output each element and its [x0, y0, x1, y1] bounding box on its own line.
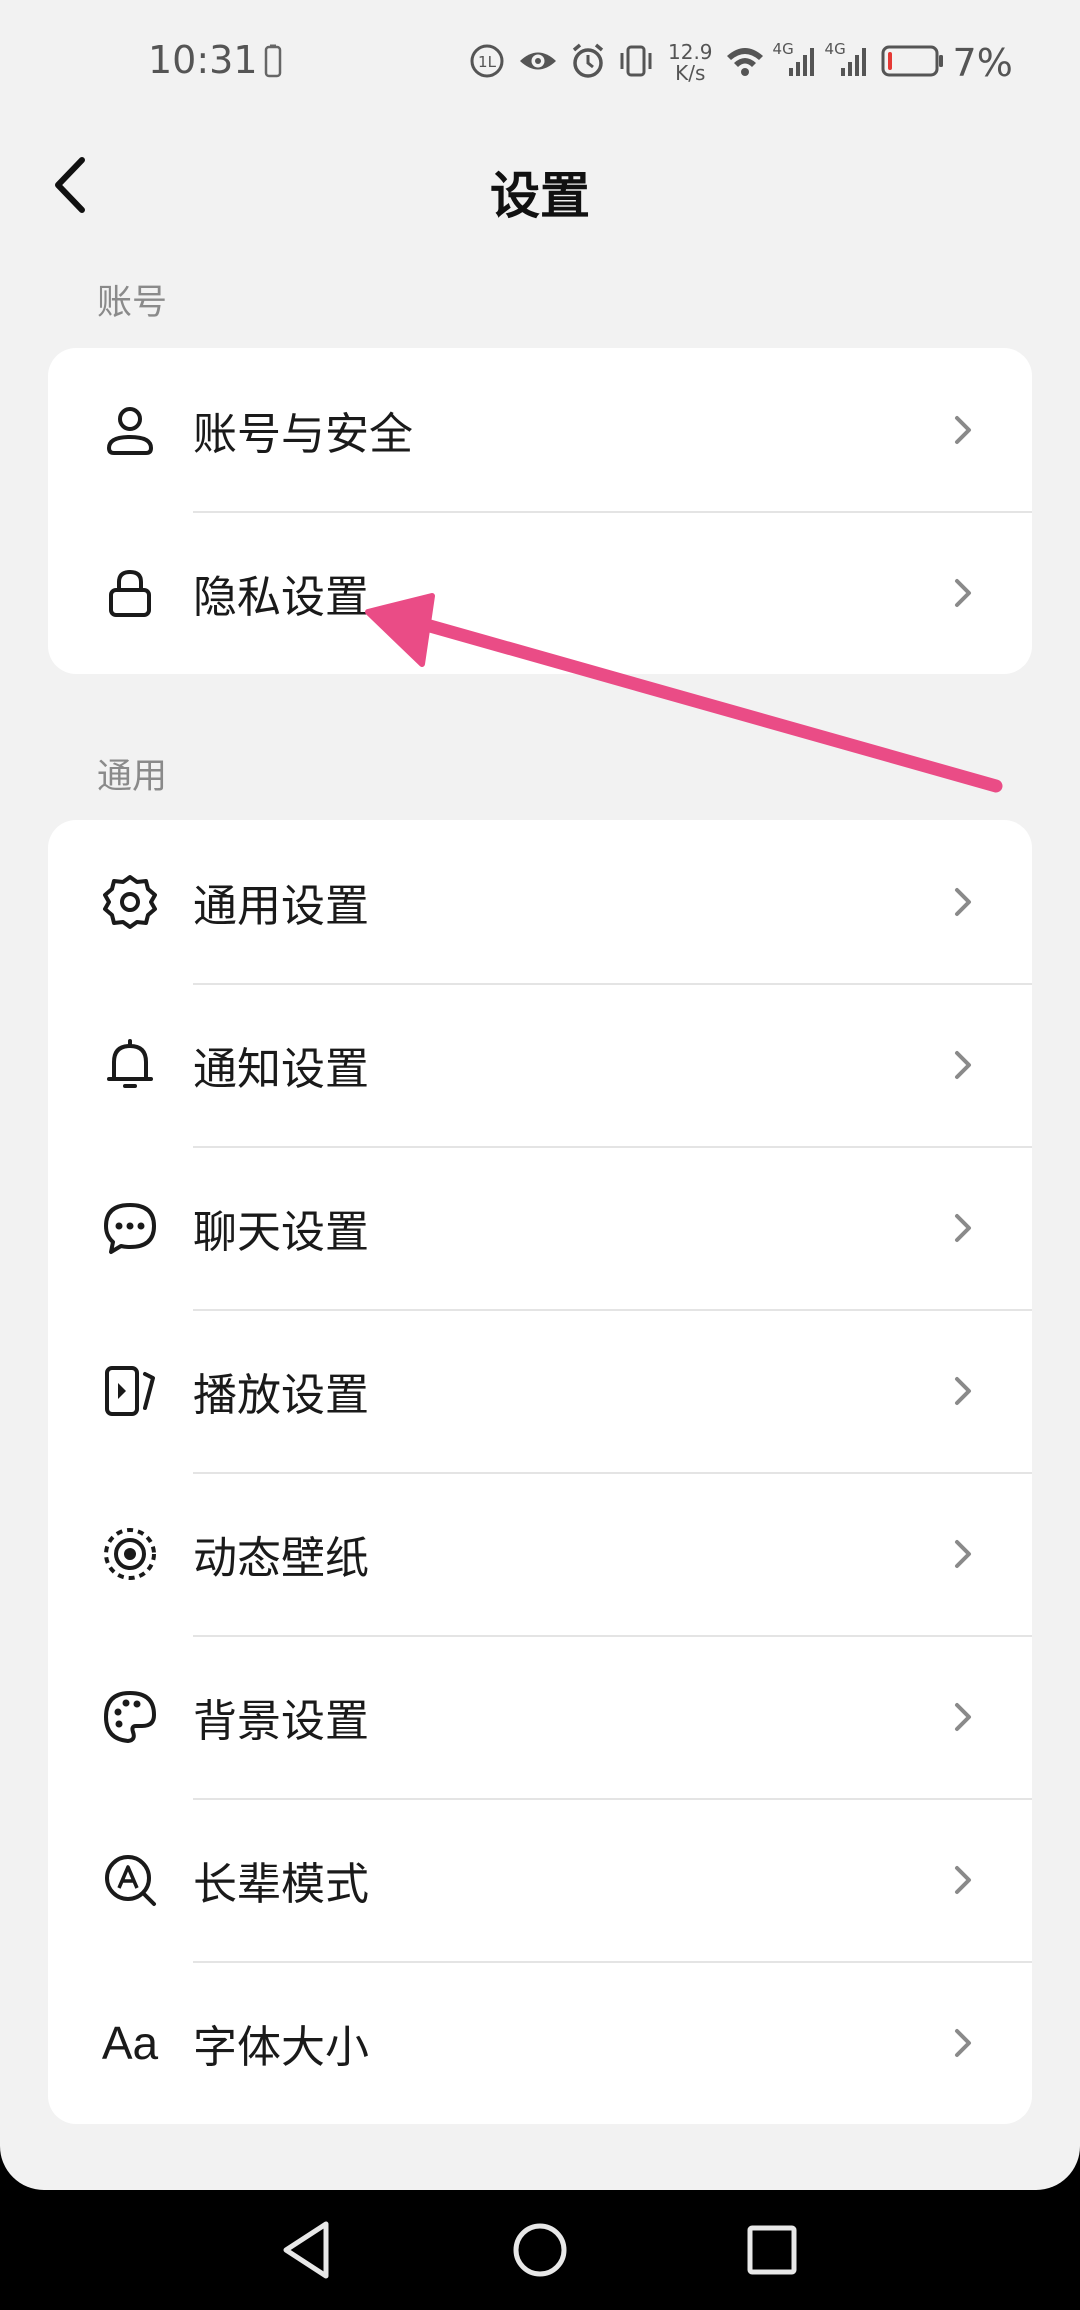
general-card: 通用设置 通知设置 聊天设置 播放设置 动态壁纸 背景设置 长辈模式 Aa 字体… [48, 820, 1032, 2124]
menu-item-background-settings[interactable]: 背景设置 [48, 1635, 1032, 1798]
account-card: 账号与安全 隐私设置 [48, 348, 1032, 674]
user-icon [98, 398, 162, 462]
page-title: 设置 [490, 167, 590, 225]
chevron-right-icon [955, 1213, 971, 1242]
menu-item-chat-settings[interactable]: 聊天设置 [48, 1146, 1032, 1309]
play-icon [98, 1359, 162, 1423]
menu-item-account-security[interactable]: 账号与安全 [48, 348, 1032, 511]
battery-percent: 7% [952, 41, 1013, 85]
data-saver-icon: 1L [468, 42, 506, 84]
vibrate-icon [618, 43, 654, 83]
svg-text:1L: 1L [478, 53, 497, 71]
status-icons: 1L 12.9 K/s 4G 4G 7% [462, 38, 1013, 88]
chevron-right-icon [955, 1539, 971, 1568]
chat-icon [98, 1196, 162, 1260]
status-bar: 10:31 1L 12.9 K/s 4G 4G 7% [0, 0, 1080, 120]
menu-item-elder-mode[interactable]: 长辈模式 [48, 1798, 1032, 1961]
eye-icon [518, 46, 558, 80]
font-size-icon: Aa [101, 2016, 159, 2069]
nav-home-icon [513, 2223, 567, 2277]
chevron-right-icon [955, 2028, 971, 2057]
menu-item-live-wallpaper[interactable]: 动态壁纸 [48, 1472, 1032, 1635]
elder-mode-icon [98, 1848, 162, 1912]
nav-recents-button[interactable] [732, 2210, 812, 2290]
nav-back-icon [283, 2221, 329, 2279]
signal-icon-1: 4G [773, 40, 817, 82]
menu-item-label: 通用设置 [193, 880, 369, 932]
nav-recents-icon [747, 2225, 797, 2275]
alarm-icon [570, 42, 606, 84]
chevron-right-icon [955, 1376, 971, 1405]
section-label-general: 通用 [97, 757, 168, 797]
menu-item-label: 动态壁纸 [193, 1532, 369, 1584]
menu-item-label: 背景设置 [193, 1695, 369, 1747]
battery-icon [881, 44, 945, 82]
menu-item-font-size[interactable]: Aa 字体大小 [48, 1961, 1032, 2124]
chevron-right-icon [955, 887, 971, 916]
status-time: 10:31 [148, 38, 258, 82]
menu-item-label: 聊天设置 [193, 1206, 369, 1258]
chevron-right-icon [955, 415, 971, 444]
menu-item-label: 播放设置 [193, 1369, 369, 1421]
menu-item-label: 账号与安全 [193, 408, 413, 460]
wifi-icon [725, 44, 765, 82]
network-type-1: 4G [772, 40, 794, 58]
network-speed: 12.9 K/s [668, 42, 713, 84]
chevron-right-icon [955, 578, 971, 607]
wallpaper-icon [98, 1522, 162, 1586]
menu-item-playback-settings[interactable]: 播放设置 [48, 1309, 1032, 1472]
menu-item-label: 通知设置 [193, 1043, 369, 1095]
navigation-bar [0, 2190, 1080, 2310]
gear-icon [98, 870, 162, 934]
chevron-right-icon [955, 1050, 971, 1079]
menu-item-label: 长辈模式 [193, 1858, 369, 1910]
signal-icon-2: 4G [825, 40, 869, 82]
chevron-right-icon [955, 1865, 971, 1894]
menu-item-privacy[interactable]: 隐私设置 [48, 511, 1032, 674]
speed-unit: K/s [675, 61, 706, 85]
chevron-right-icon [955, 1702, 971, 1731]
phone-icon [264, 44, 282, 82]
speed-value: 12.9 [668, 40, 713, 64]
menu-item-notification-settings[interactable]: 通知设置 [48, 983, 1032, 1146]
bell-icon [98, 1033, 162, 1097]
menu-item-label: 隐私设置 [193, 571, 369, 623]
screen: 10:31 1L 12.9 K/s 4G 4G 7% 设置 账号 账号与安全 隐… [0, 0, 1080, 2190]
palette-icon [98, 1685, 162, 1749]
menu-item-label: 字体大小 [193, 2021, 369, 2073]
header: 设置 [0, 120, 1080, 250]
menu-item-general-settings[interactable]: 通用设置 [48, 820, 1032, 983]
nav-back-button[interactable] [268, 2210, 348, 2290]
section-label-account: 账号 [97, 283, 168, 323]
network-type-2: 4G [824, 40, 846, 58]
lock-icon [98, 561, 162, 625]
nav-home-button[interactable] [500, 2210, 580, 2290]
